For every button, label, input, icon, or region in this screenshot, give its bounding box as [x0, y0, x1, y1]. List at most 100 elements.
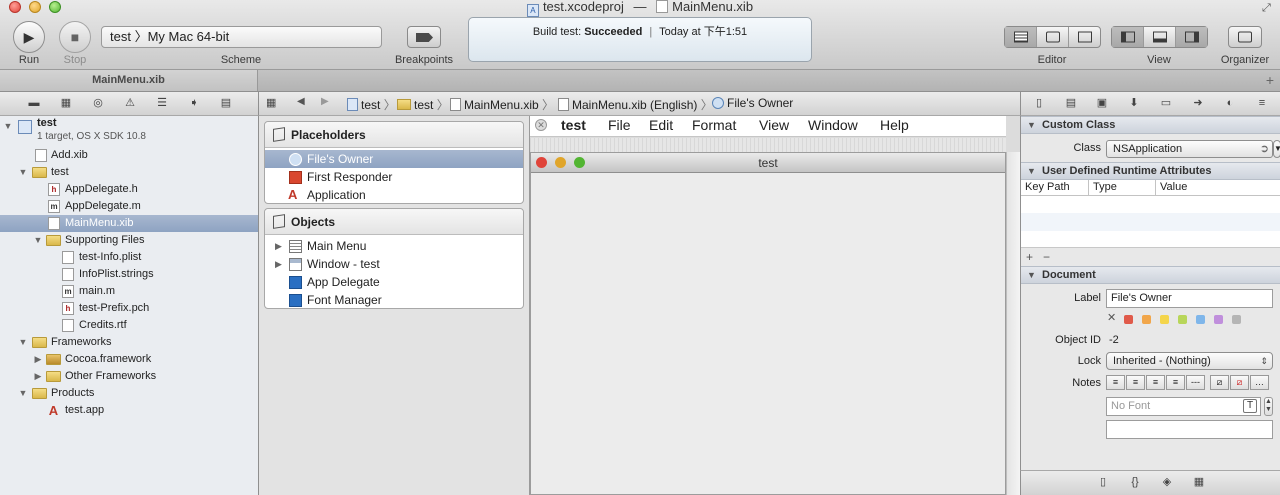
stop-button[interactable]: ■ — [59, 21, 91, 53]
lock-popup[interactable]: Inherited - (Nothing) ⇕ — [1106, 352, 1273, 370]
toggle-navigator-button[interactable] — [1112, 27, 1144, 47]
disclosure-closed-icon[interactable]: ▶ — [275, 255, 282, 273]
tree-item[interactable]: test-Info.plist — [0, 249, 258, 266]
align-right-icon[interactable]: ≡ — [1146, 375, 1165, 390]
color-swatch-orange[interactable] — [1142, 315, 1151, 324]
forward-arrow-icon[interactable]: ▶ — [321, 96, 329, 107]
run-button[interactable]: ▶ — [13, 21, 45, 53]
font-picker-icon[interactable]: T — [1243, 399, 1257, 413]
attributes-inspector-icon[interactable]: ⬇ — [1127, 97, 1141, 110]
class-combo-box[interactable]: NSApplication ➲ — [1106, 140, 1273, 158]
issue-navigator-icon[interactable]: ⚠ — [123, 97, 137, 110]
size-inspector-icon[interactable]: ▭ — [1159, 97, 1173, 110]
add-tab-icon[interactable]: + — [1266, 72, 1274, 88]
standard-editor-button[interactable] — [1005, 27, 1037, 47]
jump-crumb-project[interactable]: test 〉 — [347, 96, 396, 113]
color-swatch-red[interactable] — [1124, 315, 1133, 324]
scheme-popup[interactable]: test 〉My Mac 64-bit — [101, 26, 382, 48]
color-swatch-blue[interactable] — [1196, 315, 1205, 324]
jump-crumb-group[interactable]: test 〉 — [397, 96, 449, 113]
menu-help[interactable]: Help — [880, 117, 909, 133]
log-navigator-icon[interactable]: ▤ — [219, 97, 233, 110]
document-section[interactable]: ▼ Document — [1021, 266, 1280, 284]
outline-files-owner[interactable]: File's Owner — [265, 150, 523, 168]
tree-group[interactable]: ▼ Products — [0, 385, 258, 402]
effects-inspector-icon[interactable]: ≡ — [1255, 97, 1269, 110]
canvas-vertical-scrollbar[interactable] — [1006, 152, 1020, 495]
align-justify-icon[interactable]: ≡ — [1166, 375, 1185, 390]
tree-item[interactable]: Add.xib — [0, 147, 258, 164]
disclosure-open-icon[interactable]: ▼ — [33, 232, 43, 249]
color-swatch-green[interactable] — [1178, 315, 1187, 324]
tree-group[interactable]: ▶ Other Frameworks — [0, 368, 258, 385]
tree-item[interactable]: h test-Prefix.pch — [0, 300, 258, 317]
notes-text-area[interactable] — [1106, 420, 1273, 439]
menu-format[interactable]: Format — [692, 117, 736, 133]
runtime-attributes-table[interactable]: Key Path Type Value — [1021, 180, 1280, 248]
align-left-icon[interactable]: ≡ — [1106, 375, 1125, 390]
menu-view[interactable]: View — [759, 117, 789, 133]
breakpoints-button[interactable] — [407, 26, 441, 48]
file-template-library-icon[interactable]: ▯ — [1096, 476, 1110, 489]
object-library-icon[interactable]: ◈ — [1160, 476, 1174, 489]
disclosure-open-icon[interactable]: ▼ — [3, 118, 13, 135]
menu-file[interactable]: File — [608, 117, 631, 133]
quick-help-icon[interactable]: ▤ — [1064, 97, 1078, 110]
class-dropdown-button[interactable]: ▼ — [1273, 140, 1280, 158]
tree-project-test[interactable]: ▼ test 1 target, OS X SDK 10.8 — [0, 116, 258, 144]
tree-group[interactable]: ▼ Frameworks — [0, 334, 258, 351]
remove-attribute-icon[interactable]: − — [1043, 250, 1050, 264]
more-options-icon[interactable]: … — [1250, 375, 1269, 390]
minimize-button[interactable] — [29, 1, 41, 13]
disclosure-closed-icon[interactable]: ▶ — [33, 351, 43, 368]
disclosure-open-icon[interactable]: ▼ — [18, 385, 28, 402]
jump-crumb-localization[interactable]: MainMenu.xib (English) 〉 — [558, 96, 713, 113]
tab-mainmenu-xib[interactable]: MainMenu.xib — [0, 70, 258, 91]
search-navigator-icon[interactable]: ◎ — [91, 97, 105, 110]
column-header-value[interactable]: Value — [1156, 180, 1280, 195]
outline-application[interactable]: A Application — [265, 186, 523, 204]
bindings-inspector-icon[interactable]: ◐ — [1223, 97, 1237, 110]
menu-app-name[interactable]: test — [561, 117, 586, 133]
jump-crumb-object[interactable]: File's Owner — [712, 96, 793, 110]
tree-item[interactable]: Credits.rtf — [0, 317, 258, 334]
toggle-debug-area-button[interactable] — [1144, 27, 1176, 47]
outline-first-responder[interactable]: First Responder — [265, 168, 523, 186]
align-center-icon[interactable]: ≡ — [1126, 375, 1145, 390]
test-window-preview[interactable]: test — [530, 152, 1006, 495]
color-swatch-yellow[interactable] — [1160, 315, 1169, 324]
disclosure-closed-icon[interactable]: ▶ — [275, 237, 282, 255]
code-snippet-library-icon[interactable]: {} — [1128, 476, 1142, 489]
tree-item[interactable]: ▶ Cocoa.framework — [0, 351, 258, 368]
identity-inspector-icon[interactable]: ▣ — [1095, 97, 1109, 110]
tree-item[interactable]: h AppDelegate.h — [0, 181, 258, 198]
close-menu-icon[interactable]: ✕ — [535, 119, 547, 131]
notes-font-field[interactable]: No Font T — [1106, 397, 1261, 416]
outline-app-delegate[interactable]: App Delegate — [265, 273, 523, 291]
text-color-icon[interactable]: ⧄ — [1230, 375, 1249, 390]
fullscreen-icon[interactable]: ⤢ — [1262, 2, 1274, 14]
disclosure-open-icon[interactable]: ▼ — [18, 164, 28, 181]
outline-font-manager[interactable]: Font Manager — [265, 291, 523, 309]
close-button[interactable] — [9, 1, 21, 13]
go-arrow-icon[interactable]: ➲ — [1260, 141, 1269, 157]
assistant-editor-button[interactable] — [1037, 27, 1069, 47]
spacing-icon[interactable]: --- — [1186, 375, 1205, 390]
organizer-button[interactable] — [1228, 26, 1262, 48]
tree-item[interactable]: InfoPlist.strings — [0, 266, 258, 283]
add-attribute-icon[interactable]: + — [1026, 250, 1033, 264]
document-label-field[interactable]: File's Owner — [1106, 289, 1273, 308]
symbol-navigator-icon[interactable]: ▦ — [59, 97, 73, 110]
zoom-button[interactable] — [49, 1, 61, 13]
font-size-stepper[interactable]: ▲ ▼ — [1264, 397, 1273, 416]
disclosure-closed-icon[interactable]: ▶ — [33, 368, 43, 385]
menu-window[interactable]: Window — [808, 117, 858, 133]
column-header-type[interactable]: Type — [1089, 180, 1156, 195]
column-header-keypath[interactable]: Key Path — [1021, 180, 1089, 195]
menu-edit[interactable]: Edit — [649, 117, 673, 133]
tree-item[interactable]: m AppDelegate.m — [0, 198, 258, 215]
strikethrough-box-icon[interactable]: ⧄ — [1210, 375, 1229, 390]
color-swatch-purple[interactable] — [1214, 315, 1223, 324]
back-arrow-icon[interactable]: ◀ — [297, 96, 305, 107]
tree-item[interactable]: A test.app — [0, 402, 258, 419]
